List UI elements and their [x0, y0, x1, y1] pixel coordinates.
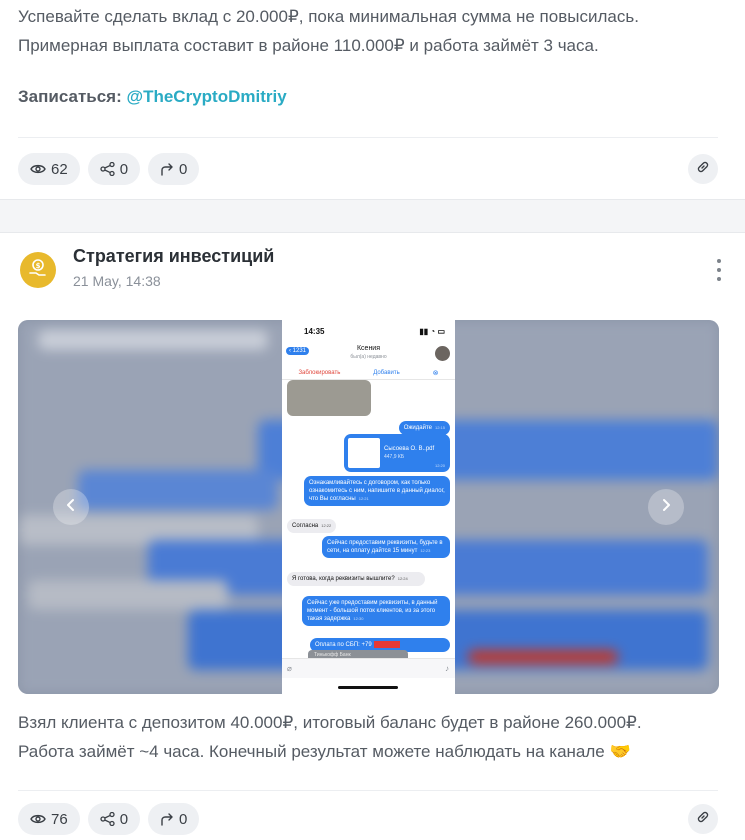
chat-header: ‹ 1231 Ксения был(а) недавно	[282, 342, 455, 366]
contact-name: Ксения	[356, 345, 381, 352]
post-text-line: Работа займёт ~4 часа. Конечный результа…	[18, 737, 642, 766]
contact-last-seen: был(а) недавно	[350, 354, 387, 360]
phone-time: 14:35	[304, 326, 325, 336]
add-label: Добавить	[373, 369, 400, 376]
chat-message: Ознакамливайтесь с договором, как только…	[304, 476, 450, 506]
signal-wifi-battery-icon: ▮▮ ◔ ▭	[419, 326, 445, 336]
eye-icon	[30, 163, 46, 175]
handshake-emoji: 🤝	[609, 742, 631, 761]
share-button[interactable]: 0	[87, 153, 141, 185]
forward-count: 0	[179, 160, 188, 178]
chevron-right-icon	[660, 498, 672, 517]
subscribe-label: Записаться:	[18, 87, 122, 106]
copy-link-button[interactable]	[688, 154, 718, 184]
post-date: 21 May, 14:38	[73, 273, 161, 289]
channel-avatar[interactable]: $	[20, 252, 56, 288]
post-text-line: Примерная выплата составит в районе 110.…	[18, 36, 599, 55]
share-icon	[100, 162, 115, 176]
divider	[18, 790, 718, 791]
feed-gap	[0, 200, 745, 232]
link-icon	[696, 160, 710, 179]
contact-avatar	[435, 346, 450, 361]
link-icon	[696, 810, 710, 829]
carousel-next-button[interactable]	[648, 489, 684, 525]
share-icon	[100, 812, 115, 826]
chat-message: Сейчас уже предоставим реквизиты, в данн…	[302, 596, 450, 626]
post-media-carousel[interactable]: 14:35 ▮▮ ◔ ▭ ‹ 1231 Ксения был(а) недавн…	[18, 320, 719, 694]
phone-status-bar: 14:35 ▮▮ ◔ ▭	[282, 320, 455, 342]
file-size: 447,9 КБ	[384, 454, 405, 460]
views-count: 62	[51, 160, 68, 178]
post-text-line: Успевайте сделать вклад с 20.000₽, пока …	[18, 7, 639, 26]
chat-screenshot: 14:35 ▮▮ ◔ ▭ ‹ 1231 Ксения был(а) недавн…	[282, 320, 455, 694]
subscribe-link[interactable]: @TheCryptoDmitriy	[127, 87, 287, 106]
forward-button[interactable]: 0	[148, 803, 200, 835]
forward-button[interactable]: 0	[148, 153, 200, 185]
money-hand-icon: $	[27, 257, 49, 284]
chat-message: Сейчас предоставим реквизиты, будьте в с…	[322, 536, 450, 558]
forward-count: 0	[179, 810, 188, 828]
svg-text:$: $	[36, 262, 41, 270]
chat-input-bar: ⌀ ♪	[282, 658, 455, 678]
file-message: Сысоева О. В..pdf 447,9 КБ 12:20	[344, 434, 450, 472]
microphone-icon: ♪	[445, 664, 449, 673]
views-count: 76	[51, 810, 68, 828]
post-stats: 76 0 0	[18, 803, 200, 835]
photo-message	[287, 380, 371, 416]
chat-message: Ожидайте 12:15	[398, 421, 450, 435]
channel-name[interactable]: Стратегия инвестиций	[73, 246, 274, 267]
post-text: Взял клиента с депозитом 40.000₽, итогов…	[18, 708, 642, 766]
close-icon: ⊗	[432, 369, 439, 377]
dot	[717, 268, 721, 272]
message-time: 12:20	[434, 463, 445, 468]
file-name: Сысоева О. В..pdf	[384, 446, 435, 452]
post-card: $ Стратегия инвестиций 21 May, 14:38 14:…	[0, 232, 745, 840]
post-text-line-content: Работа займёт ~4 часа. Конечный результа…	[18, 742, 605, 761]
chat-message: Согласна 12:22	[287, 519, 337, 533]
file-preview	[348, 438, 380, 468]
more-menu-button[interactable]	[715, 259, 723, 281]
post-text: Успевайте сделать вклад с 20.000₽, пока …	[18, 2, 639, 60]
dot	[717, 277, 721, 281]
carousel-prev-button[interactable]	[53, 489, 89, 525]
eye-icon	[30, 813, 46, 825]
forward-icon	[160, 162, 174, 176]
chat-message: Я готова, когда реквизиты вышлите? 12:24	[287, 572, 425, 586]
subscribe-line: Записаться: @TheCryptoDmitriy	[18, 82, 287, 111]
post-card-previous: Успевайте сделать вклад с 20.000₽, пока …	[0, 0, 745, 200]
post-text-line: Взял клиента с депозитом 40.000₽, итогов…	[18, 713, 642, 732]
chevron-left-icon	[65, 498, 77, 517]
dot	[717, 259, 721, 263]
views-counter: 62	[18, 153, 80, 185]
chat-actions: Заблокировать Добавить ⊗	[282, 366, 455, 380]
views-counter: 76	[18, 803, 80, 835]
share-count: 0	[119, 160, 129, 178]
chat-messages: Ожидайте 12:15 Сысоева О. В..pdf 447,9 КБ…	[282, 380, 455, 670]
forward-icon	[160, 812, 174, 826]
share-button[interactable]: 0	[87, 803, 141, 835]
divider	[18, 137, 718, 138]
post-stats: 62 0 0	[18, 153, 200, 185]
copy-link-button[interactable]	[688, 804, 718, 834]
home-indicator	[338, 686, 398, 689]
attach-icon: ⌀	[287, 664, 292, 673]
share-count: 0	[119, 810, 129, 828]
block-label: Заблокировать	[298, 369, 341, 376]
